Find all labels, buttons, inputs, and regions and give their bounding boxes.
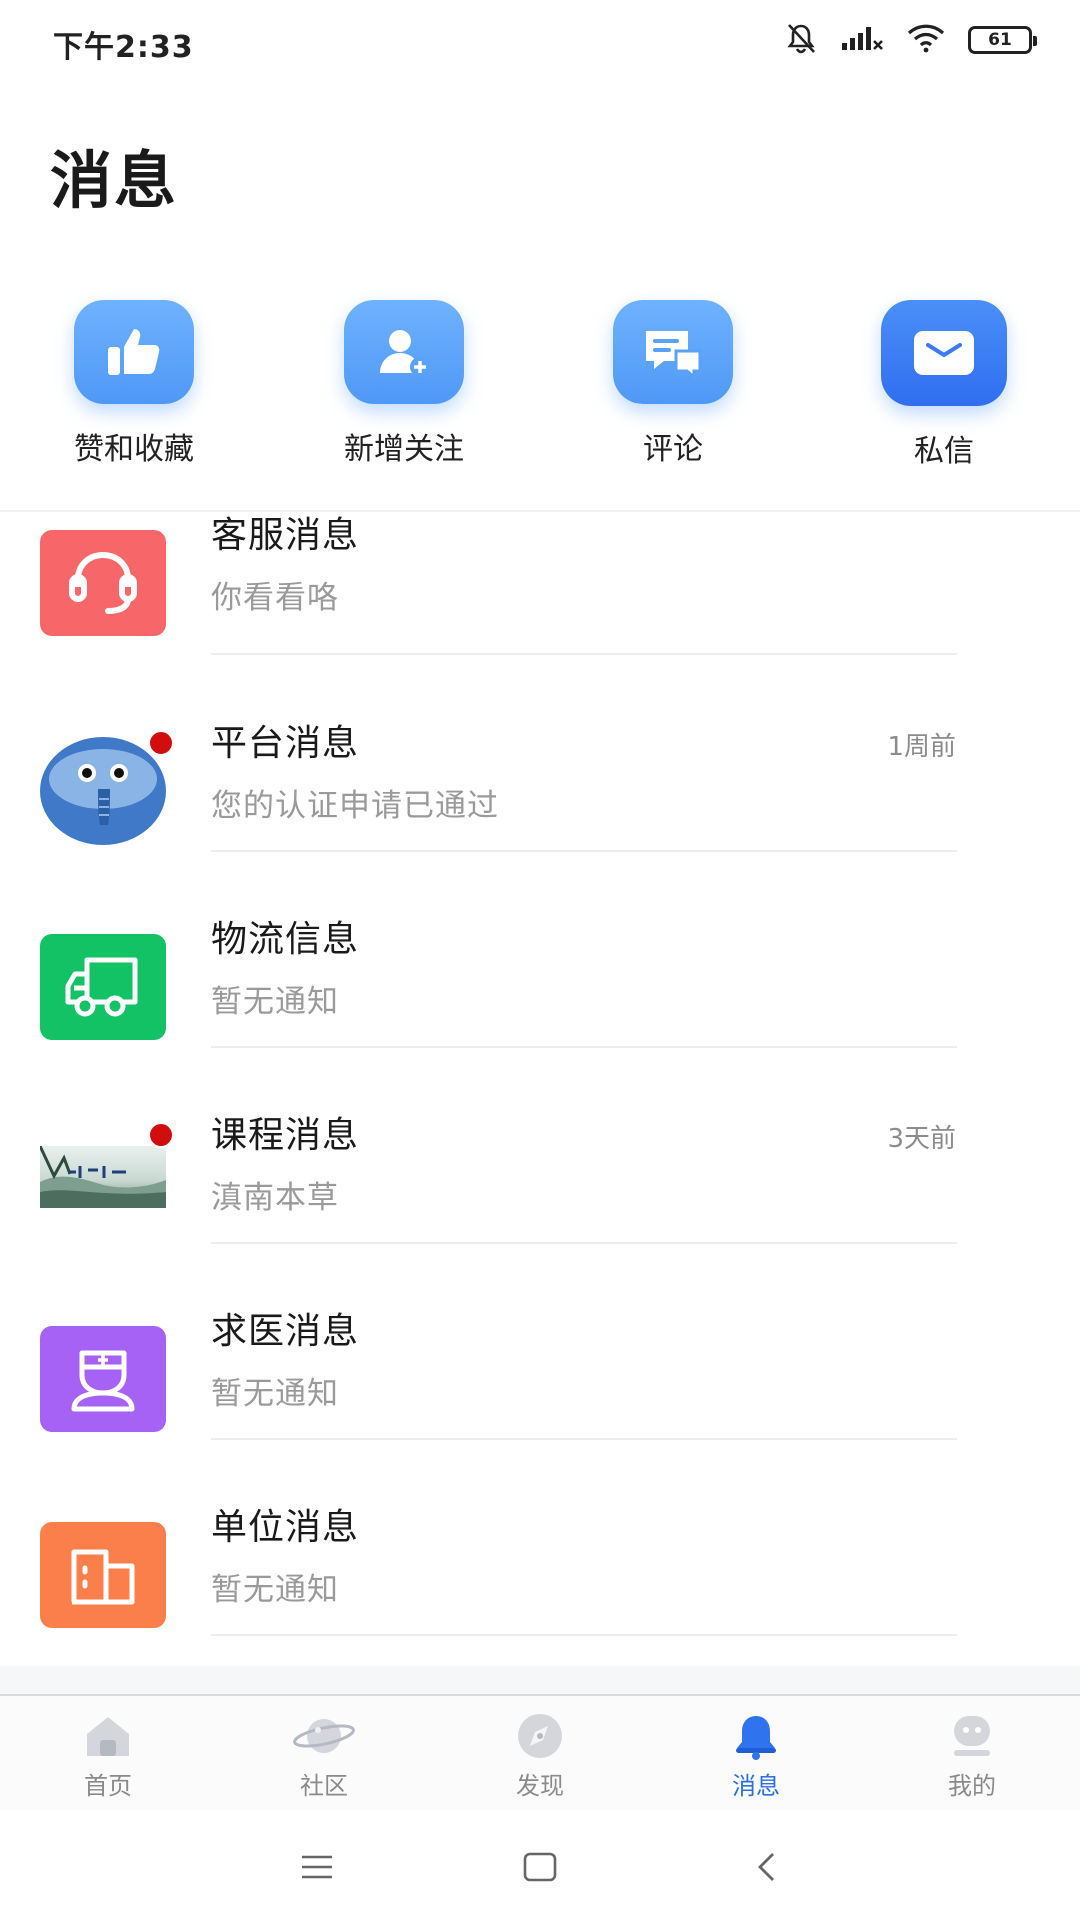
unread-dot [148,730,174,756]
list-item[interactable]: 课程消息 3天前 滇南本草 [0,1100,1080,1296]
message-title: 物流信息 [211,919,360,960]
tab-discover[interactable]: 发现 [460,1710,620,1801]
screen: 下午2:33 61 消息 赞和收藏 新增关注 评论 私信 客服消息 你看看咯 平… [0,0,1080,1920]
row-separator [211,653,957,655]
headset-icon [40,530,166,636]
quick-likes-favorites[interactable]: 赞和收藏 [34,300,234,468]
row-separator [211,1046,957,1048]
row-separator [211,850,957,852]
nurse-icon [40,1326,166,1432]
list-item[interactable]: 客服消息 你看看咯 [0,512,1080,708]
status-time: 下午2:33 [53,30,194,65]
building-icon [40,1522,166,1628]
quick-comments[interactable]: 评论 [573,300,773,468]
list-item[interactable]: 单位消息 暂无通知 [0,1492,1080,1688]
tab-label: 消息 [732,1772,780,1800]
mail-icon [881,300,1007,406]
thumbs-up-icon [74,300,194,404]
quick-private-messages[interactable]: 私信 [844,300,1044,470]
menu-icon[interactable] [287,1842,347,1892]
message-title: 平台消息 [211,723,360,764]
message-subtitle: 滇南本草 [211,1180,339,1216]
quick-label: 赞和收藏 [74,432,194,467]
quick-new-followers[interactable]: 新增关注 [304,300,504,468]
row-separator [211,1242,957,1244]
tab-label: 社区 [300,1772,348,1800]
message-time: 3天前 [887,1124,956,1154]
tab-home[interactable]: 首页 [28,1710,188,1801]
tab-label: 首页 [84,1772,132,1800]
battery-icon: 61 [968,26,1037,54]
message-subtitle: 暂无通知 [211,1376,339,1412]
list-item[interactable]: 平台消息 1周前 您的认证申请已通过 [0,708,1080,904]
comment-icon [613,300,733,404]
truck-icon [40,934,166,1040]
quick-actions: 赞和收藏 新增关注 评论 私信 [0,300,1080,480]
quick-label: 私信 [914,434,974,469]
wifi-icon [906,23,946,57]
signal-icon [840,23,884,57]
message-subtitle: 你看看咯 [211,580,339,616]
profile-icon [892,1710,1052,1762]
message-list: 客服消息 你看看咯 平台消息 1周前 您的认证申请已通过 物流信息 暂无通知 课… [0,512,1080,1688]
message-title: 单位消息 [211,1507,360,1548]
system-navigation [0,1812,1080,1920]
quick-label: 评论 [643,432,703,467]
row-separator [211,1634,957,1636]
compass-icon [460,1710,620,1762]
tab-profile[interactable]: 我的 [892,1710,1052,1801]
tab-messages[interactable]: 消息 [676,1710,836,1801]
tab-bar: 首页 社区 发现 消息 我的 [0,1694,1080,1810]
row-separator [211,1438,957,1440]
page-title: 消息 [50,144,179,217]
add-user-icon [344,300,464,404]
tab-label: 我的 [948,1772,996,1800]
status-icons: 61 [784,21,1037,59]
bell-icon [676,1710,836,1762]
message-subtitle: 暂无通知 [211,984,339,1020]
list-item[interactable]: 物流信息 暂无通知 [0,904,1080,1100]
message-time: 1周前 [887,732,956,762]
message-subtitle: 暂无通知 [211,1572,339,1608]
tab-label: 发现 [516,1772,564,1800]
message-title: 课程消息 [211,1115,360,1156]
planet-icon [244,1710,404,1762]
home-icon [28,1710,188,1762]
quick-label: 新增关注 [344,432,464,467]
list-item[interactable]: 求医消息 暂无通知 [0,1296,1080,1492]
message-title: 客服消息 [211,515,360,556]
message-title: 求医消息 [211,1311,360,1352]
home-square-icon[interactable] [510,1842,570,1892]
elephant-avatar [40,737,166,845]
message-subtitle: 您的认证申请已通过 [211,788,499,824]
list-footer-gap [0,1666,1080,1694]
landscape-thumbnail [40,1146,166,1208]
status-bar: 下午2:33 61 [0,0,1080,80]
unread-dot [148,1122,174,1148]
bell-muted-icon [784,21,818,59]
back-icon[interactable] [737,1842,797,1892]
tab-community[interactable]: 社区 [244,1710,404,1801]
